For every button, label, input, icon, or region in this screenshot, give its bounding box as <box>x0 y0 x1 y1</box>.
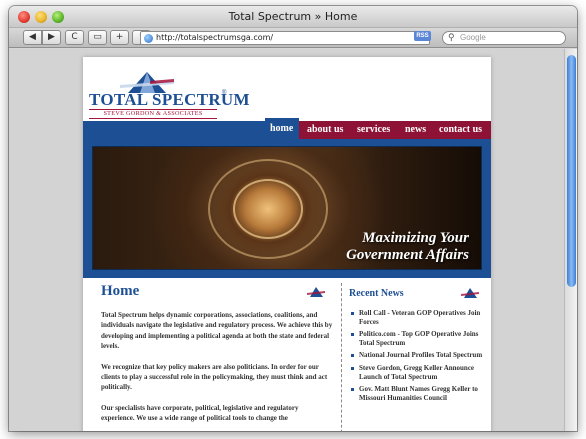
search-field[interactable]: ⚲ Google <box>442 31 566 45</box>
intro-paragraph-3: Our specialists have corporate, politica… <box>101 403 299 423</box>
news-item[interactable]: Politico.com - Top GOP Operative Joins T… <box>349 330 483 347</box>
vertical-scrollbar[interactable] <box>564 49 577 431</box>
nav-services[interactable]: services <box>357 121 390 139</box>
search-placeholder: Google <box>460 33 486 42</box>
address-bar[interactable]: http://totalspectrumsga.com/ <box>140 31 430 45</box>
hero-headline-line2: Government Affairs <box>346 247 469 263</box>
recent-news-sidebar: Recent News Roll Call - Veteran GOP Oper… <box>349 283 483 406</box>
page-heading: Home <box>101 283 140 299</box>
news-list: Roll Call - Veteran GOP Operatives Join … <box>349 309 483 402</box>
capitol-dome-image: Maximizing Your Government Affairs <box>92 146 482 270</box>
news-item[interactable]: Gov. Matt Blunt Names Gregg Keller to Mi… <box>349 385 483 402</box>
intro-paragraph-1: Total Spectrum helps dynamic corporation… <box>101 311 333 351</box>
hero-banner: Maximizing Your Government Affairs <box>83 139 491 278</box>
site-globe-icon <box>144 34 153 43</box>
nav-contact-us[interactable]: contact us <box>439 121 482 139</box>
title-bar: Total Spectrum » Home <box>9 6 577 28</box>
main-content: Home Total Spectrum helps dynamic corpor… <box>101 283 333 424</box>
scrollbar-thumb[interactable] <box>567 55 576 287</box>
browser-toolbar: ◀ ▶ C ▭ + ⇡ http://totalspectrumsga.com/… <box>9 28 577 48</box>
back-button[interactable]: ◀ <box>23 30 42 45</box>
hero-headline-line1: Maximizing Your <box>362 230 469 246</box>
web-viewport[interactable]: TOTAL SPECTRUM ® STEVE GORDON & ASSOCIAT… <box>9 49 577 431</box>
logo-registered-mark: ® <box>222 90 227 96</box>
news-item[interactable]: Steve Gordon, Gregg Keller Announce Laun… <box>349 364 483 381</box>
url-text[interactable]: http://totalspectrumsga.com/ <box>156 33 273 42</box>
nav-news[interactable]: news <box>405 121 426 139</box>
reload-button[interactable]: C <box>65 30 84 45</box>
search-icon: ⚲ <box>448 32 455 42</box>
dome-ring-inner <box>233 179 303 239</box>
forward-button[interactable]: ▶ <box>42 30 61 45</box>
column-divider <box>341 283 342 431</box>
rss-button[interactable]: RSS <box>414 31 431 41</box>
webclip-button[interactable]: ▭ <box>88 30 107 45</box>
news-item[interactable]: Roll Call - Veteran GOP Operatives Join … <box>349 309 483 326</box>
browser-window: Total Spectrum » Home ◀ ▶ C ▭ + ⇡ http:/… <box>9 6 577 431</box>
logo-tagline: STEVE GORDON & ASSOCIATES <box>89 109 217 119</box>
web-page: TOTAL SPECTRUM ® STEVE GORDON & ASSOCIAT… <box>83 57 491 431</box>
window-title: Total Spectrum » Home <box>228 10 358 23</box>
nav-left-strip <box>83 121 265 139</box>
nav-home[interactable]: home <box>270 120 293 138</box>
news-item[interactable]: National Journal Profiles Total Spectrum <box>349 351 483 360</box>
nav-about-us[interactable]: about us <box>307 121 343 139</box>
intro-paragraph-2: We recognize that key policy makers are … <box>101 362 328 392</box>
add-bookmark-button[interactable]: + <box>110 30 129 45</box>
heading-logo-icon <box>307 287 325 297</box>
news-logo-icon <box>461 288 479 298</box>
